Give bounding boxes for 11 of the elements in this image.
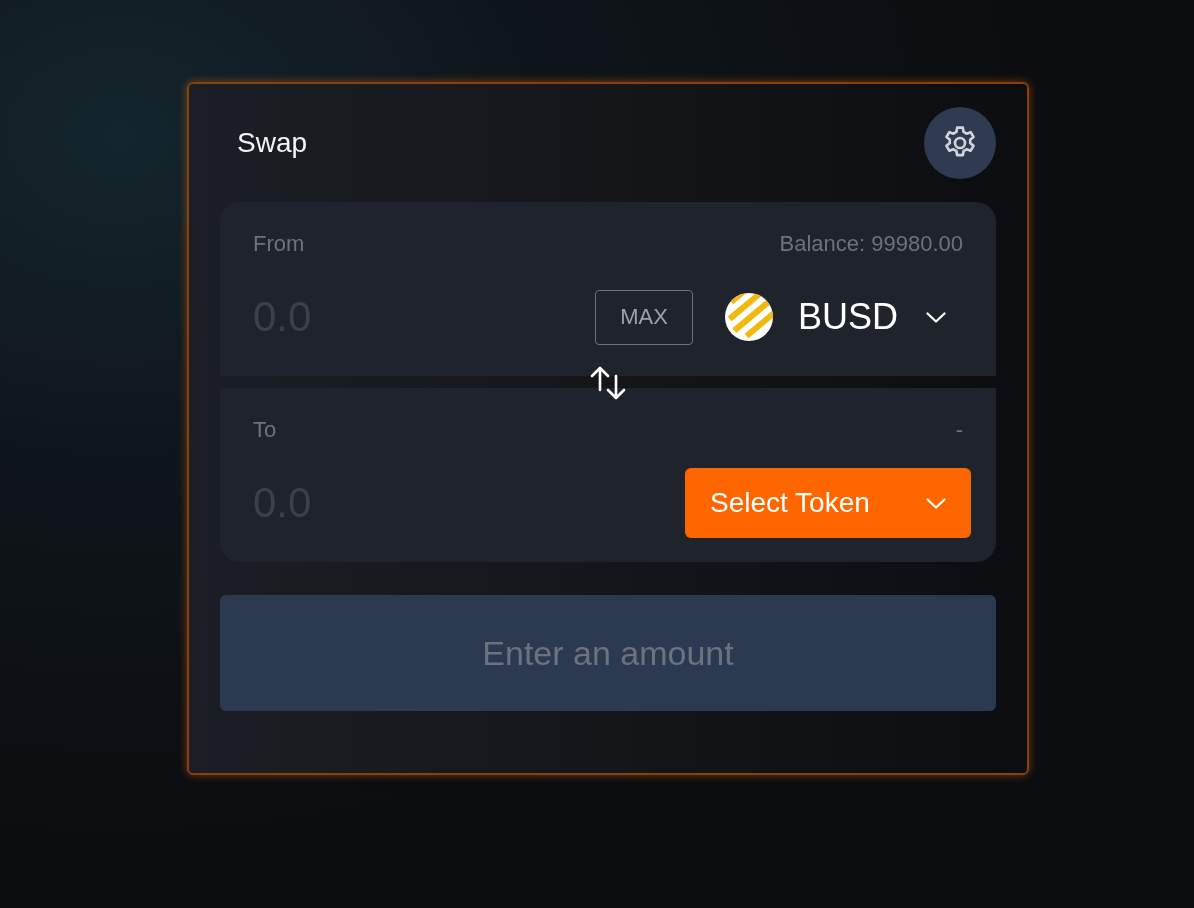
panel-label: From <box>253 231 305 257</box>
chevron-down-icon <box>926 497 946 509</box>
balance-text: - <box>955 417 963 443</box>
max-button[interactable]: MAX <box>594 289 693 345</box>
chevron-down-icon <box>926 311 946 323</box>
striped-coin-icon <box>724 293 773 341</box>
token-selector[interactable]: BUSD <box>724 289 971 345</box>
panel-label: To <box>253 417 277 443</box>
card-title: Swap <box>237 127 308 159</box>
swap-arrows-icon[interactable] <box>589 365 627 401</box>
balance-text: Balance: 99980.00 <box>779 231 963 257</box>
